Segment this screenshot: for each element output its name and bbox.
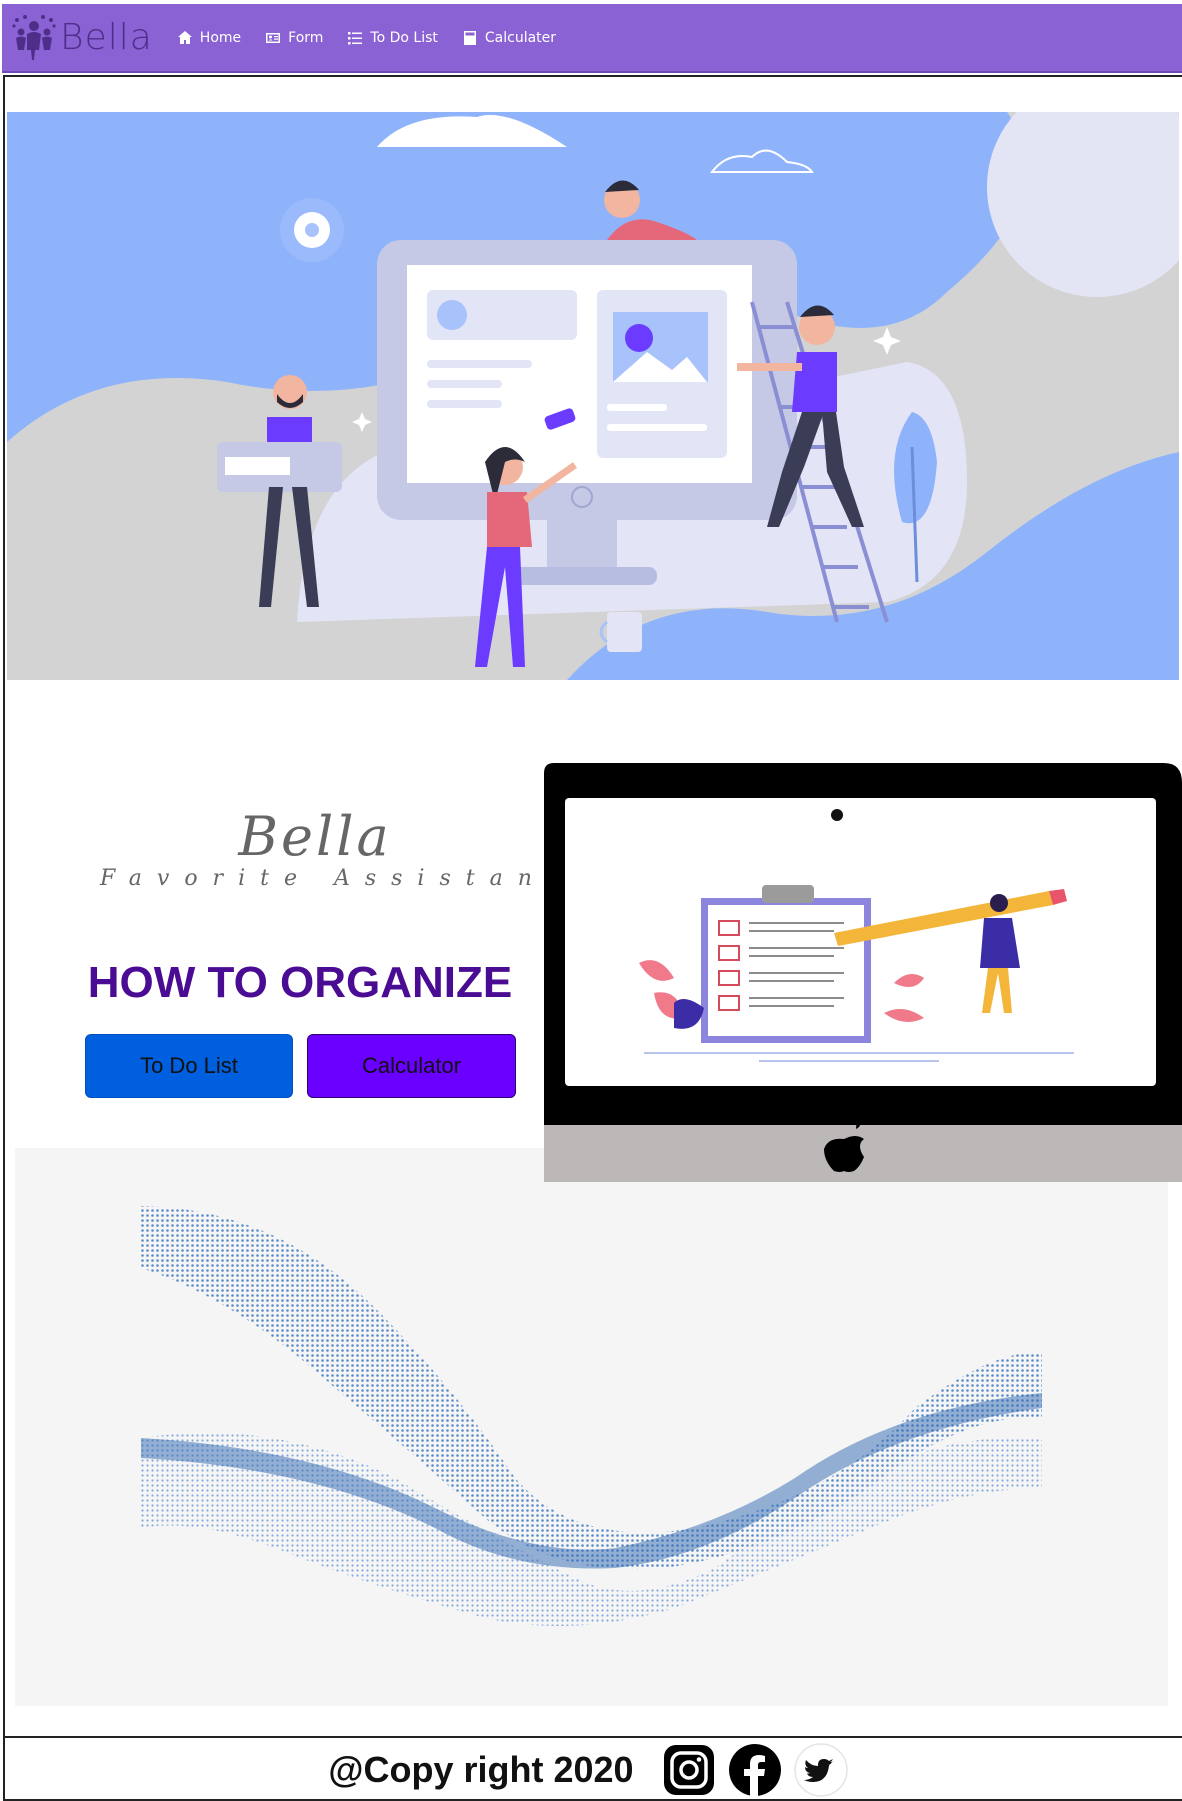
footer: @Copy right 2020 [0, 1738, 1182, 1801]
navbar: Bella Home Form To Do List Calculater [2, 4, 1182, 73]
hero-illustration [7, 112, 1179, 680]
brand-name: Bella [60, 17, 153, 58]
twitter-icon[interactable] [793, 1742, 848, 1797]
people-tree-icon [12, 14, 56, 60]
nav-form[interactable]: Form [265, 30, 323, 46]
nav-todo[interactable]: To Do List [347, 29, 438, 46]
imac-illustration [544, 763, 1182, 1182]
brand-logo[interactable]: Bella [12, 14, 153, 62]
home-icon [177, 30, 192, 44]
bella-logo: Bella Favorite Assistance [100, 805, 603, 892]
instagram-icon[interactable] [662, 1743, 716, 1797]
nav-calculater[interactable]: Calculater [462, 30, 556, 46]
wave-graphic [15, 1148, 1168, 1706]
copyright-text: @Copy right 2020 [328, 1748, 634, 1790]
logo-subtitle: Favorite Assistance [100, 866, 603, 891]
nav-form-label: Form [288, 29, 324, 46]
organize-heading: HOW TO ORGANIZE [87, 958, 513, 1007]
nav-home-label: Home [199, 29, 242, 46]
nav-home[interactable]: Home [177, 30, 241, 46]
nav-calculater-label: Calculater [484, 29, 557, 46]
list-icon [348, 31, 363, 44]
calculator-icon [463, 30, 476, 45]
nav-todo-label: To Do List [370, 29, 438, 46]
facebook-icon[interactable] [728, 1743, 782, 1797]
calculator-button[interactable]: Calculator [307, 1034, 516, 1098]
todo-list-button[interactable]: To Do List [85, 1034, 293, 1098]
logo-title: Bella [238, 805, 392, 868]
id-card-icon [266, 32, 281, 43]
